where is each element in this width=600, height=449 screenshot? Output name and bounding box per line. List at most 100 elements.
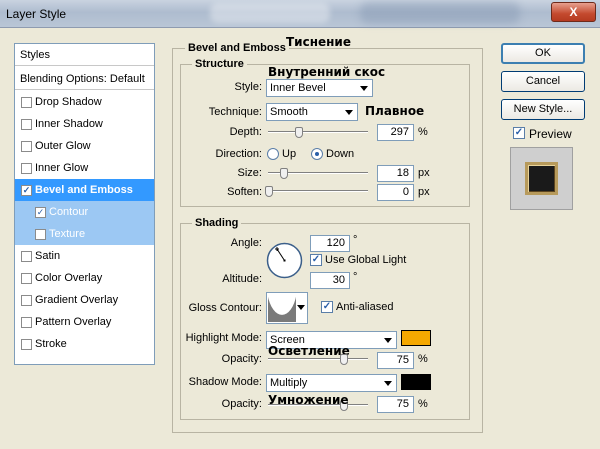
inner-glow-checkbox[interactable] (21, 163, 32, 174)
soften-slider[interactable] (265, 186, 368, 197)
style-item-label: Contour (49, 206, 89, 218)
ok-button[interactable]: OK (501, 43, 585, 64)
style-item-inner-shadow[interactable]: Inner Shadow (15, 113, 154, 135)
technique-dropdown[interactable]: Smooth (266, 103, 358, 121)
gloss-contour-label: Gloss Contour: (188, 302, 262, 314)
soften-unit: px (418, 186, 430, 198)
style-item-stroke[interactable]: Stroke (15, 333, 154, 355)
highlight-opacity-input[interactable]: 75 (377, 352, 414, 369)
altitude-label: Altitude: (222, 273, 262, 285)
style-item-outer-glow[interactable]: Outer Glow (15, 135, 154, 157)
layer-style-dialog: Layer Style X Styles Blending Options: D… (0, 0, 600, 449)
technique-label: Technique: (208, 106, 262, 118)
style-item-color-overlay[interactable]: Color Overlay (15, 267, 154, 289)
new-style-button[interactable]: New Style... (501, 99, 585, 120)
angle-dial[interactable] (266, 242, 303, 279)
depth-unit: % (418, 126, 428, 138)
shadow-opacity-input[interactable]: 75 (377, 396, 414, 413)
direction-up-radio[interactable] (267, 148, 279, 160)
close-button[interactable]: X (551, 2, 596, 22)
blending-options[interactable]: Blending Options: Default (15, 68, 154, 90)
style-item-label: Stroke (35, 338, 67, 350)
structure-title: Structure (192, 58, 247, 70)
anti-aliased-label: Anti-aliased (336, 301, 394, 313)
style-item-gradient-overlay[interactable]: Gradient Overlay (15, 289, 154, 311)
background-blur (210, 3, 330, 23)
preview-checkbox[interactable]: ✓ (513, 127, 525, 139)
style-item-contour[interactable]: ✓ Contour (15, 201, 154, 223)
direction-label: Direction: (215, 148, 262, 160)
depth-slider[interactable] (268, 127, 368, 138)
style-item-label: Drop Shadow (35, 96, 102, 108)
highlight-opacity-thumb[interactable] (340, 354, 348, 365)
highlight-color-swatch[interactable] (401, 330, 431, 346)
color-overlay-checkbox[interactable] (21, 273, 32, 284)
altitude-input[interactable]: 30 (310, 272, 350, 289)
soften-input[interactable]: 0 (377, 184, 414, 201)
shadow-opacity-label: Opacity: (221, 398, 262, 410)
direction-down-label: Down (326, 148, 355, 160)
background-blur (360, 2, 520, 24)
highlight-opacity-unit: % (418, 353, 428, 365)
angle-dial-icon (266, 242, 303, 279)
shadow-opacity-unit: % (418, 398, 428, 410)
style-item-inner-glow[interactable]: Inner Glow (15, 157, 154, 179)
style-item-texture[interactable]: Texture (15, 223, 154, 245)
bevel-and-emboss-checkbox[interactable]: ✓ (21, 185, 32, 196)
depth-input[interactable]: 297 (377, 124, 414, 141)
soften-slider-thumb[interactable] (265, 186, 273, 197)
use-global-light-label: Use Global Light (325, 254, 407, 266)
shadow-mode-dropdown[interactable]: Multiply (266, 374, 397, 392)
cancel-button[interactable]: Cancel (501, 71, 585, 92)
style-item-pattern-overlay[interactable]: Pattern Overlay (15, 311, 154, 333)
shadow-mode-value: Multiply (270, 377, 308, 389)
style-item-label: Satin (35, 250, 61, 262)
gloss-contour-picker[interactable] (266, 292, 308, 324)
size-label: Size: (237, 167, 262, 179)
style-preview (510, 147, 573, 210)
chevron-down-icon (345, 110, 353, 115)
direction-up-label: Up (282, 148, 297, 160)
use-global-light-checkbox[interactable]: ✓ (310, 254, 322, 266)
size-slider-thumb[interactable] (280, 168, 288, 179)
style-item-bevel-and-emboss[interactable]: ✓ Bevel and Emboss (15, 179, 154, 201)
style-dropdown[interactable]: Inner Bevel (266, 79, 373, 97)
style-item-satin[interactable]: Satin (15, 245, 154, 267)
texture-checkbox[interactable] (35, 229, 46, 240)
pattern-overlay-checkbox[interactable] (21, 317, 32, 328)
styles-header[interactable]: Styles (15, 44, 154, 66)
styles-list: Styles Blending Options: Default Drop Sh… (14, 43, 155, 365)
drop-shadow-checkbox[interactable] (21, 97, 32, 108)
style-item-drop-shadow[interactable]: Drop Shadow (15, 91, 154, 113)
style-item-label: Gradient Overlay (35, 294, 119, 306)
style-item-label: Pattern Overlay (35, 316, 112, 328)
direction-down-radio[interactable] (311, 148, 323, 160)
altitude-unit: ° (353, 271, 358, 283)
chevron-down-icon (360, 86, 368, 91)
highlight-opacity-label: Opacity: (221, 353, 262, 365)
style-item-label: Inner Shadow (35, 118, 103, 130)
shadow-mode-label: Shadow Mode: (188, 376, 262, 388)
highlight-mode-label: Highlight Mode: (185, 332, 262, 344)
bevel-emboss-title: Bevel and Emboss (185, 42, 289, 54)
angle-input[interactable]: 120 (310, 235, 350, 252)
depth-label: Depth: (229, 126, 262, 138)
highlight-opacity-slider[interactable] (268, 354, 368, 365)
satin-checkbox[interactable] (21, 251, 32, 262)
shading-title: Shading (192, 217, 242, 229)
size-slider[interactable] (268, 168, 368, 179)
inner-shadow-checkbox[interactable] (21, 119, 32, 130)
contour-checkbox[interactable]: ✓ (35, 207, 46, 218)
outer-glow-checkbox[interactable] (21, 141, 32, 152)
anti-aliased-checkbox[interactable]: ✓ (321, 301, 333, 313)
depth-slider-thumb[interactable] (295, 127, 303, 138)
chevron-down-icon (297, 305, 305, 310)
shadow-color-swatch[interactable] (401, 374, 431, 390)
stroke-checkbox[interactable] (21, 339, 32, 350)
chevron-down-icon (384, 338, 392, 343)
title-bar[interactable]: Layer Style X (0, 0, 600, 28)
technique-translation: Плавное (365, 104, 425, 118)
size-input[interactable]: 18 (377, 165, 414, 182)
gradient-overlay-checkbox[interactable] (21, 295, 32, 306)
style-value: Inner Bevel (270, 82, 326, 94)
